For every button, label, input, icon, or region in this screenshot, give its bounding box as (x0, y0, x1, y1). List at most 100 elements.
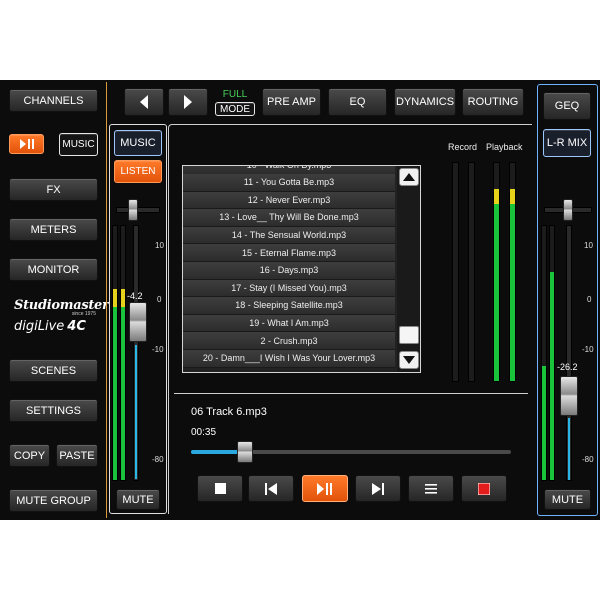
arrow-left-icon (140, 95, 148, 109)
playlist-item[interactable]: 17 - Stay (I Missed You).mp3 (183, 279, 395, 298)
play-pause-icon (19, 139, 34, 149)
right-scale-minus80: -80 (582, 455, 594, 464)
stop-button[interactable] (197, 475, 243, 502)
next-track-button[interactable] (355, 475, 401, 502)
playback-meter-left-peak (494, 189, 499, 204)
channels-button[interactable]: CHANNELS (9, 89, 98, 112)
play-pause-button[interactable] (302, 475, 348, 502)
prev-channel-button[interactable] (124, 88, 164, 116)
record-icon (478, 482, 490, 495)
geq-button[interactable]: GEQ (543, 92, 591, 120)
preamp-button[interactable]: PRE AMP (262, 88, 321, 116)
left-mute-button[interactable]: MUTE (116, 489, 160, 510)
playback-meter-left (493, 162, 500, 382)
left-meter-1-fill (113, 307, 117, 480)
play-pause-music-button[interactable] (9, 134, 44, 154)
monitor-button[interactable]: MONITOR (9, 258, 98, 281)
next-channel-button[interactable] (168, 88, 208, 116)
mode-button[interactable]: MODE (215, 102, 255, 116)
meters-button[interactable]: METERS (9, 218, 98, 241)
playback-meter-right-peak (510, 189, 515, 204)
playlist-item[interactable]: 14 - The Sensual World.mp3 (183, 226, 395, 245)
full-mode-indicator: FULL (222, 89, 248, 100)
skip-back-icon (265, 482, 277, 495)
right-scale-minus10: -10 (582, 345, 594, 354)
playlist-item[interactable]: 20 - Damn___I Wish I Was Your Lover.mp3 (183, 350, 395, 368)
left-meter-2-fill (121, 307, 125, 480)
playlist-item[interactable]: 12 - Never Ever.mp3 (183, 191, 395, 210)
record-meter-right (468, 162, 475, 382)
left-pan-knob[interactable] (128, 199, 138, 221)
dynamics-button[interactable]: DYNAMICS (394, 88, 456, 116)
lr-mix-label[interactable]: L-R MIX (543, 129, 591, 157)
record-label: Record (448, 142, 478, 152)
music-button[interactable]: MUSIC (59, 133, 98, 156)
previous-track-button[interactable] (248, 475, 294, 502)
right-mute-button[interactable]: MUTE (544, 489, 591, 510)
playlist-item[interactable]: 2 - Crush.mp3 (183, 332, 395, 350)
record-meter-left (452, 162, 459, 382)
record-button[interactable] (461, 475, 507, 502)
product-name: digiLive (14, 319, 65, 334)
track-time: 00:35 (191, 427, 217, 438)
player-divider (174, 393, 528, 394)
right-fader-knob[interactable] (560, 376, 578, 416)
skip-forward-icon (372, 482, 384, 495)
left-meter-1-peak (113, 289, 117, 307)
arrow-right-icon (184, 95, 192, 109)
music-channel-label[interactable]: MUSIC (114, 130, 162, 156)
playlist-item[interactable]: 16 - Days.mp3 (183, 262, 395, 280)
left-meter-1 (112, 225, 118, 481)
settings-button[interactable]: SETTINGS (9, 399, 98, 422)
left-scale-10: 10 (155, 241, 164, 250)
fx-button[interactable]: FX (9, 178, 98, 201)
playback-meter-right-fill (510, 204, 515, 381)
copy-button[interactable]: COPY (9, 444, 50, 467)
paste-button[interactable]: PASTE (56, 444, 98, 467)
scroll-down-button[interactable] (399, 351, 419, 369)
scroll-thumb[interactable] (399, 326, 419, 344)
seek-knob[interactable] (237, 441, 253, 463)
left-meter-2 (120, 225, 126, 481)
stop-icon (214, 483, 226, 494)
eq-button[interactable]: EQ (328, 88, 387, 116)
right-scale-0: 0 (587, 295, 592, 304)
right-scale-10: 10 (584, 241, 593, 250)
mute-group-button[interactable]: MUTE GROUP (9, 489, 98, 512)
playback-label: Playback (486, 142, 523, 152)
playlist-item[interactable]: 11 - You Gotta Be.mp3 (183, 174, 395, 192)
playlist-item[interactable]: 15 - Eternal Flame.mp3 (183, 244, 395, 262)
left-pan-track (116, 207, 160, 213)
play-pause-icon (317, 482, 332, 495)
left-level-readout: -4.2 (127, 291, 143, 301)
playback-meter-left-fill (494, 204, 499, 381)
playlist-menu-button[interactable] (408, 475, 454, 502)
left-divider (106, 82, 107, 518)
listen-button[interactable]: LISTEN (114, 160, 162, 183)
playlist-item[interactable]: 13 - Love__ Thy Will Be Done.mp3 (183, 209, 395, 227)
left-scale-0: 0 (157, 295, 162, 304)
track-name: 06 Track 6.mp3 (191, 406, 267, 418)
scenes-button[interactable]: SCENES (9, 359, 98, 382)
right-meter-1-fill (542, 366, 546, 480)
left-meter-2-peak (121, 289, 125, 307)
playlist-scrollbar[interactable] (397, 166, 420, 372)
list-icon (425, 483, 437, 494)
playlist-item[interactable]: 19 - What I Am.mp3 (183, 314, 395, 333)
playlist: 10 - Walk On By.mp3 11 - You Gotta Be.mp… (182, 165, 421, 373)
scroll-up-button[interactable] (399, 168, 419, 186)
left-scale-minus80: -80 (152, 455, 164, 464)
routing-button[interactable]: ROUTING (462, 88, 524, 116)
right-meter-1 (541, 225, 547, 481)
playlist-item[interactable]: 18 - Sleeping Satellite.mp3 (183, 297, 395, 315)
right-fader-level-line (568, 418, 570, 480)
right-level-readout: -26.2 (557, 362, 578, 372)
left-fader-level-line (135, 345, 137, 479)
playback-meter-right (509, 162, 516, 382)
triangle-down-icon (403, 356, 415, 364)
left-fader-knob[interactable] (129, 302, 147, 342)
studiomaster-logo: Studiomaster since 1975 digiLive 4C (14, 298, 109, 340)
right-pan-knob[interactable] (563, 199, 573, 221)
right-meter-2 (549, 225, 555, 481)
left-scale-minus10: -10 (152, 345, 164, 354)
